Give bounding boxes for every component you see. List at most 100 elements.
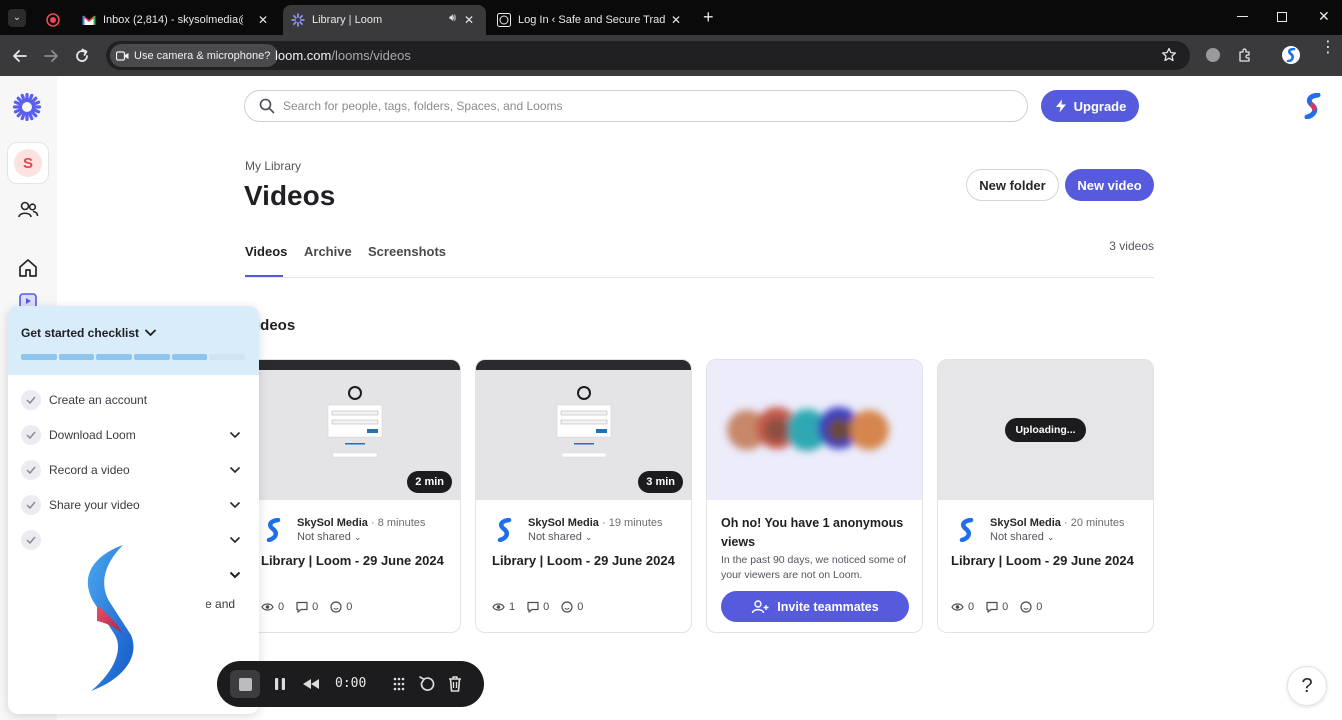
forward-arrow-icon[interactable] bbox=[41, 46, 61, 66]
reload-icon[interactable] bbox=[72, 46, 92, 66]
tab-search-dropdown-icon[interactable]: ⌄ bbox=[8, 9, 26, 27]
upgrade-label: Upgrade bbox=[1073, 98, 1127, 114]
checklist-title[interactable]: Get started checklist bbox=[21, 326, 156, 340]
skysol-camera-logo bbox=[87, 545, 134, 691]
extensions-puzzle-icon[interactable] bbox=[1237, 47, 1253, 63]
progress-segment bbox=[171, 354, 208, 360]
pause-icon[interactable] bbox=[269, 673, 291, 695]
progress-segment bbox=[134, 354, 170, 360]
view-count: 0 bbox=[278, 601, 285, 613]
comment-icon bbox=[527, 601, 539, 613]
invite-label: Invite teammates bbox=[777, 599, 879, 614]
owner-name: SkySol Media bbox=[990, 517, 1061, 529]
checklist-item-label: Download Loom bbox=[49, 428, 136, 442]
camera-icon bbox=[116, 50, 129, 61]
loom-logo-icon[interactable] bbox=[13, 93, 41, 121]
trash-icon[interactable] bbox=[444, 673, 466, 695]
close-tab-icon[interactable]: ✕ bbox=[669, 13, 683, 27]
workspace-switcher[interactable]: S bbox=[7, 142, 49, 184]
upgrade-button[interactable]: Upgrade bbox=[1041, 90, 1139, 122]
speaker-icon[interactable]: 🔊︎ bbox=[449, 12, 456, 25]
stop-icon bbox=[239, 678, 252, 691]
comment-count: 0 bbox=[543, 601, 550, 613]
extension-circle-icon[interactable] bbox=[1206, 48, 1220, 62]
close-window-icon[interactable]: ✕ bbox=[1318, 8, 1330, 25]
tab-wordpress-login[interactable]: Log In ‹ Safe and Secure Trading ✕ bbox=[489, 5, 693, 35]
thumbnail-browser-bar bbox=[476, 360, 691, 370]
search-bar[interactable]: Search for people, tags, folders, Spaces… bbox=[244, 90, 1028, 122]
checklist-item[interactable]: Record a video bbox=[21, 458, 245, 482]
view-count: 1 bbox=[509, 601, 516, 613]
invite-teammates-button[interactable]: Invite teammates bbox=[721, 591, 909, 622]
reaction-count: 0 bbox=[577, 601, 584, 613]
tab-gmail[interactable]: Inbox (2,814) - skysolmedia@gm ✕ bbox=[74, 5, 280, 35]
checklist-title-text: Get started checklist bbox=[21, 326, 140, 340]
smiley-icon bbox=[330, 601, 342, 613]
reaction-count: 0 bbox=[346, 601, 353, 613]
workspace-avatar: S bbox=[14, 149, 42, 177]
close-tab-icon[interactable]: ✕ bbox=[462, 13, 476, 27]
owner-name: SkySol Media bbox=[297, 517, 368, 529]
stop-recording-button[interactable] bbox=[230, 670, 260, 698]
gmail-icon bbox=[82, 14, 96, 25]
sharing-dropdown[interactable]: Not shared ⌄ bbox=[990, 531, 1054, 543]
checklist-item[interactable]: Create an account bbox=[21, 388, 245, 412]
video-title[interactable]: Library | Loom - 29 June 2024 bbox=[492, 553, 675, 568]
tab-screenshots[interactable]: Screenshots bbox=[368, 244, 446, 259]
uploading-badge: Uploading... bbox=[1005, 418, 1086, 442]
url-path: /looms/videos bbox=[331, 48, 411, 63]
check-icon bbox=[21, 425, 41, 445]
restart-icon[interactable] bbox=[416, 673, 438, 695]
breadcrumb[interactable]: My Library bbox=[245, 159, 301, 173]
profile-s-icon bbox=[1286, 48, 1296, 62]
back-arrow-icon[interactable] bbox=[10, 46, 30, 66]
restore-icon[interactable] bbox=[1277, 12, 1287, 22]
video-title[interactable]: Library | Loom - 29 June 2024 bbox=[261, 553, 444, 568]
chevron-down-icon bbox=[229, 571, 241, 579]
checklist-item[interactable]: Share your video bbox=[21, 493, 245, 517]
new-tab-icon[interactable]: + bbox=[703, 7, 714, 28]
check-icon bbox=[21, 460, 41, 480]
search-placeholder: Search for people, tags, folders, Spaces… bbox=[283, 99, 563, 113]
tab-library-loom[interactable]: Library | Loom 🔊︎ ✕ bbox=[283, 5, 486, 35]
comment-icon bbox=[986, 601, 998, 613]
skysol-avatar-icon bbox=[497, 518, 512, 542]
minimize-icon[interactable] bbox=[1237, 16, 1248, 17]
browser-menu-icon[interactable]: ⋮ bbox=[1320, 40, 1336, 56]
help-button[interactable]: ? bbox=[1287, 666, 1327, 706]
url-text[interactable]: loom.com/looms/videos bbox=[275, 48, 411, 63]
get-started-checklist: Get started checklist Create an account … bbox=[8, 306, 259, 714]
chevron-down-icon bbox=[229, 536, 241, 544]
skysol-logo-icon[interactable] bbox=[1301, 93, 1325, 119]
tab-record[interactable] bbox=[38, 5, 68, 35]
people-icon[interactable] bbox=[17, 199, 39, 221]
check-icon bbox=[21, 390, 41, 410]
reaction-count: 0 bbox=[1036, 601, 1043, 613]
sharing-dropdown[interactable]: Not shared ⌄ bbox=[528, 531, 592, 543]
bookmark-star-icon[interactable] bbox=[1161, 47, 1177, 63]
checklist-header[interactable]: Get started checklist bbox=[8, 306, 259, 375]
checklist-item[interactable]: Download Loom bbox=[21, 423, 245, 447]
camera-permission-chip[interactable]: Use camera & microphone? bbox=[110, 44, 279, 67]
comment-icon bbox=[296, 601, 308, 613]
video-thumbnail[interactable]: 2 min bbox=[245, 360, 460, 500]
sharing-dropdown[interactable]: Not shared ⌄ bbox=[297, 531, 361, 543]
chevron-down-icon: ⌄ bbox=[1046, 532, 1055, 542]
smiley-icon bbox=[561, 601, 573, 613]
video-title[interactable]: Library | Loom - 29 June 2024 bbox=[951, 553, 1134, 568]
home-icon[interactable] bbox=[17, 257, 39, 279]
tab-archive[interactable]: Archive bbox=[304, 244, 352, 259]
video-card[interactable]: 2 min SkySol Media · 8 minutes Not share… bbox=[244, 359, 461, 633]
new-video-button[interactable]: New video bbox=[1065, 169, 1154, 201]
video-card[interactable]: 3 min SkySol Media · 19 minutes Not shar… bbox=[475, 359, 692, 633]
video-thumbnail[interactable]: 3 min bbox=[476, 360, 691, 500]
rewind-icon[interactable] bbox=[300, 673, 322, 695]
promo-body: In the past 90 days, we noticed some of … bbox=[721, 554, 907, 581]
tab-videos[interactable]: Videos bbox=[245, 244, 287, 259]
drag-handle-icon[interactable] bbox=[388, 673, 410, 695]
video-thumbnail[interactable]: Uploading... bbox=[938, 360, 1153, 500]
close-tab-icon[interactable]: ✕ bbox=[256, 13, 270, 27]
video-card[interactable]: Uploading... SkySol Media · 20 minutes N… bbox=[937, 359, 1154, 633]
new-folder-button[interactable]: New folder bbox=[966, 169, 1059, 201]
thumbnail-browser-bar bbox=[245, 360, 460, 370]
